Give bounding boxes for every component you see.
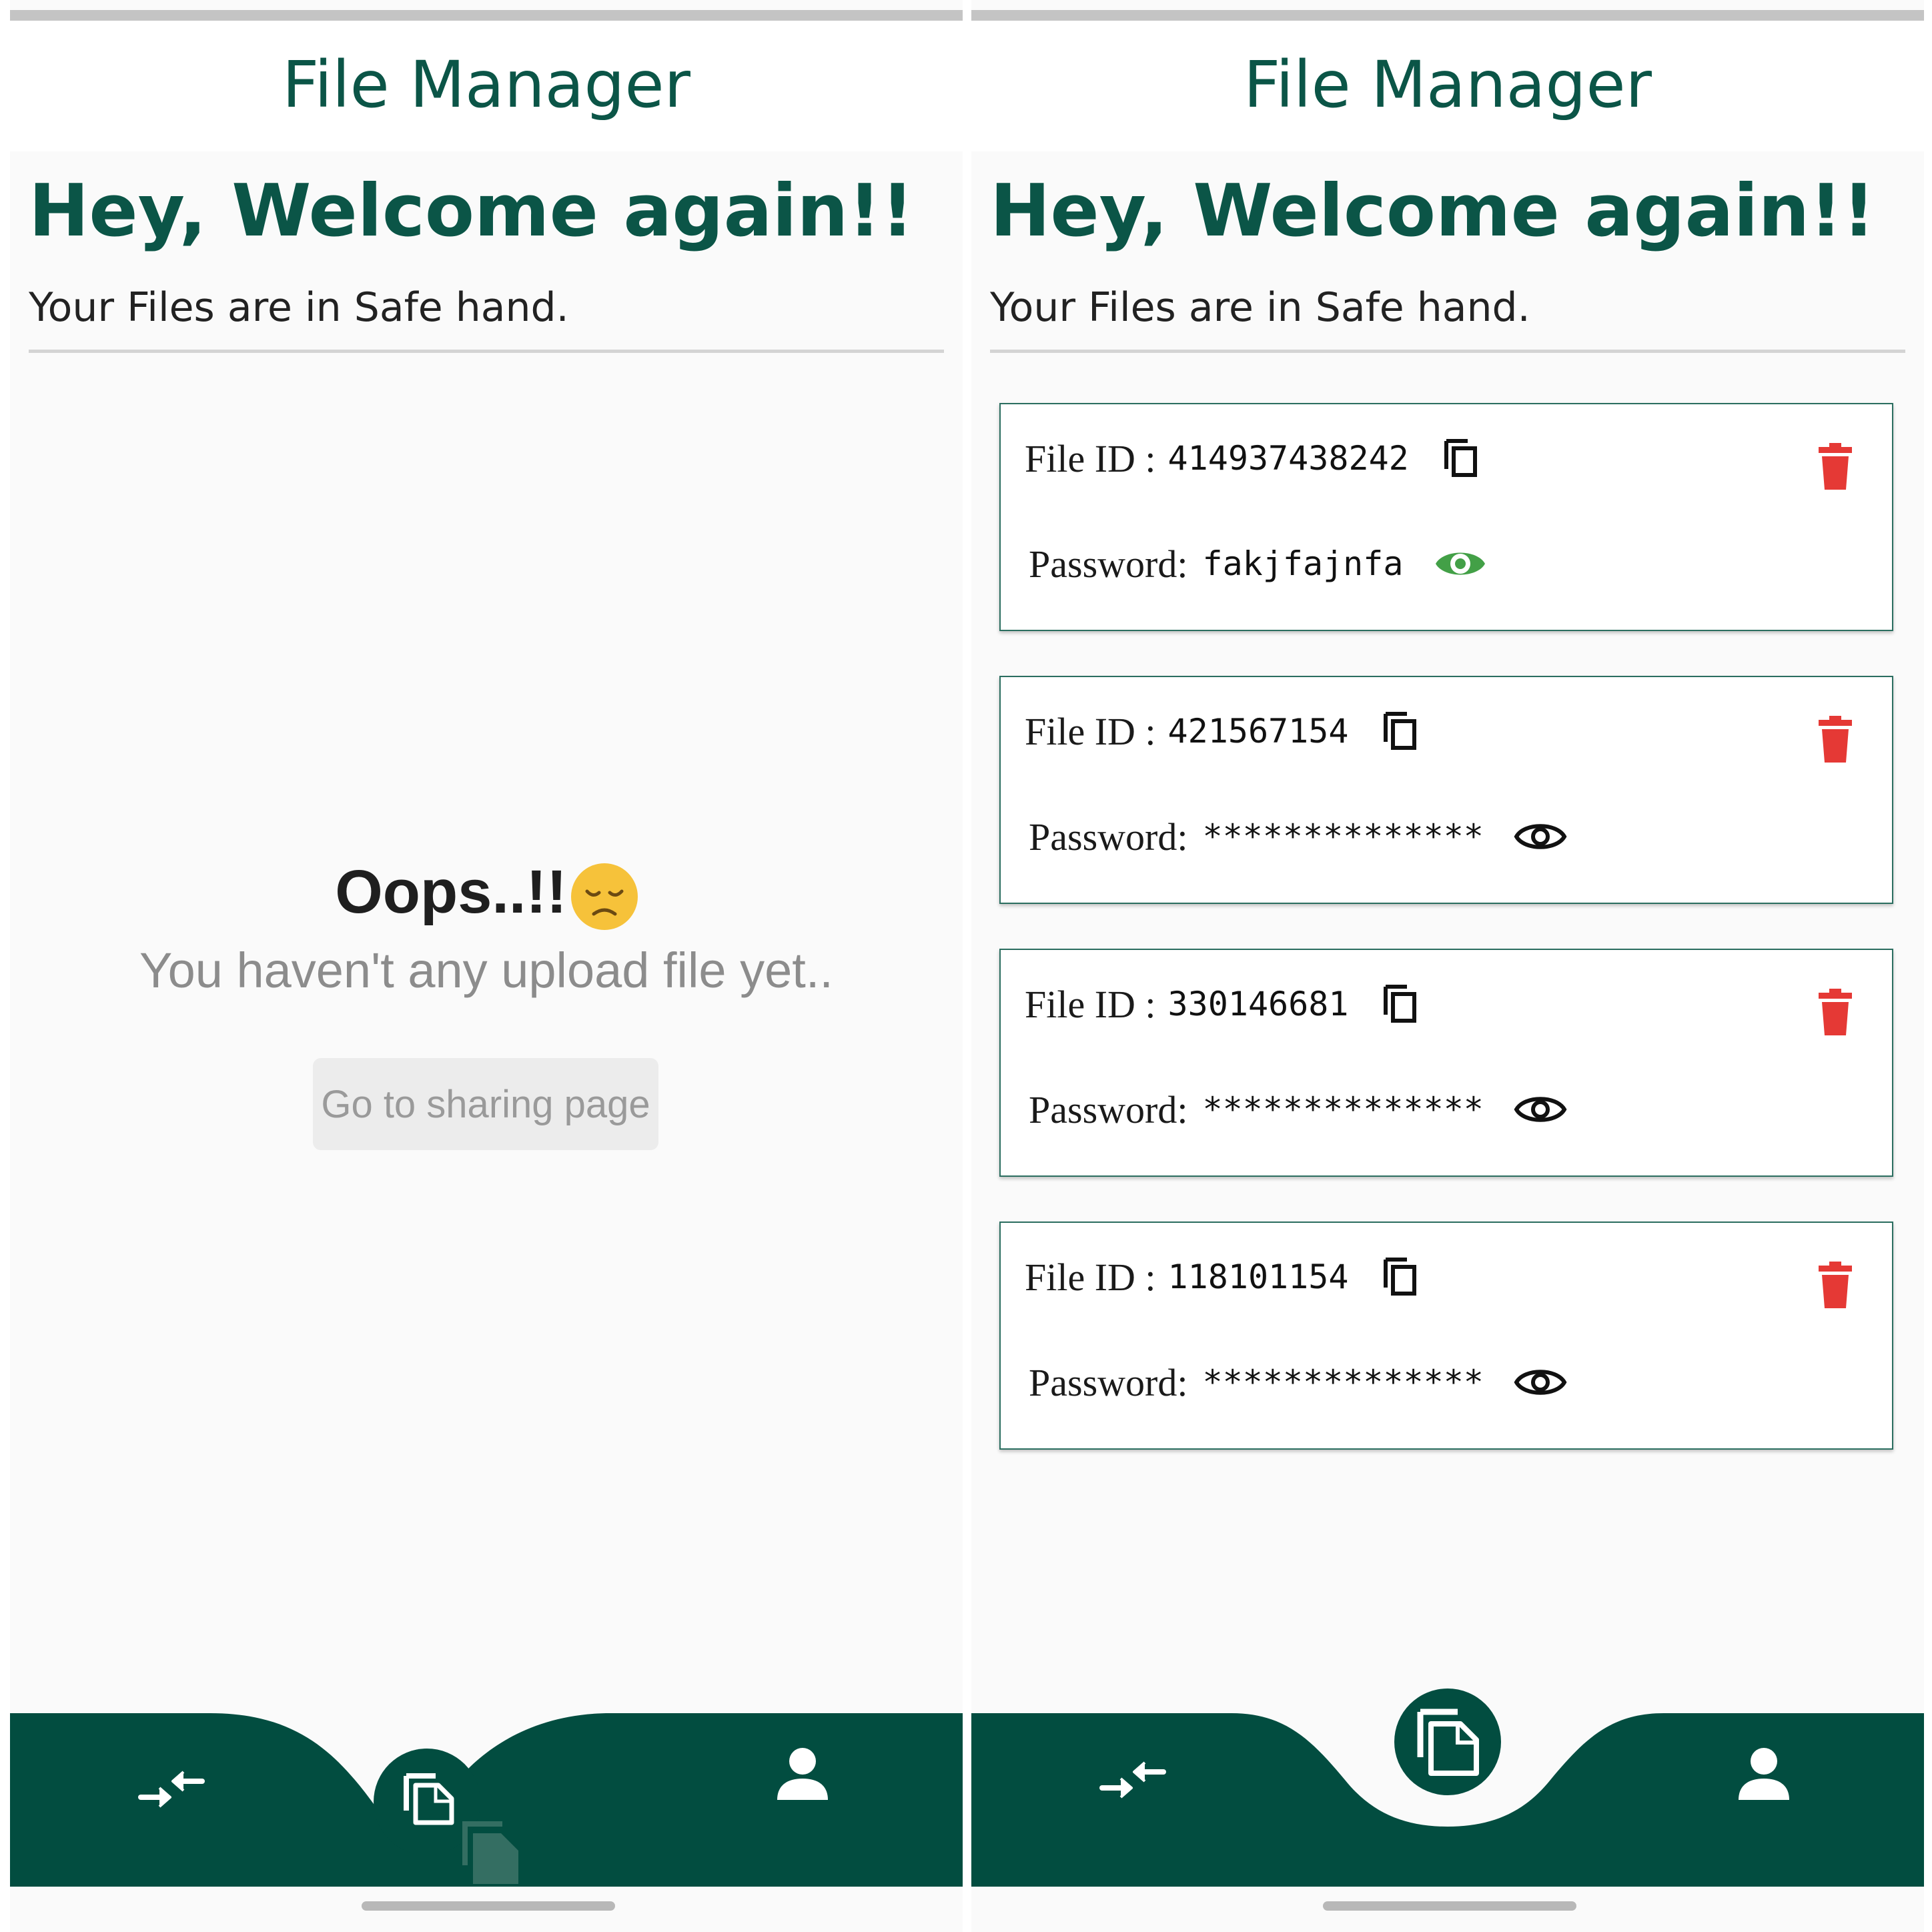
eye-icon[interactable] (1513, 1091, 1568, 1128)
welcome-heading: Hey, Welcome again!! (29, 169, 914, 253)
file-id-row: File ID : 330146681 (1025, 981, 1420, 1027)
file-id-row: File ID : 421567154 (1025, 708, 1420, 755)
password-value: ************** (1202, 817, 1484, 856)
password-row: Password: fakjfajnfa (1029, 540, 1488, 587)
go-to-sharing-page-button[interactable]: Go to sharing page (313, 1058, 658, 1150)
file-id-label: File ID : (1025, 1255, 1156, 1299)
password-label: Password: (1029, 1087, 1188, 1131)
password-value: ************** (1202, 1363, 1484, 1402)
app-title: File Manager (1244, 47, 1652, 122)
password-value: fakjfajnfa (1202, 544, 1404, 583)
status-bar (10, 10, 963, 21)
files-icon[interactable] (396, 1767, 460, 1831)
password-row: Password: ************** (1029, 813, 1568, 860)
copy-icon[interactable] (1382, 983, 1420, 1025)
empty-state-title: Oops..!! (10, 857, 963, 930)
password-value: ************** (1202, 1090, 1484, 1129)
empty-files-screen: File Manager Hey, Welcome again!! Your F… (10, 0, 963, 1932)
password-row: Password: ************** (1029, 1359, 1568, 1406)
welcome-subtitle: Your Files are in Safe hand. (29, 284, 569, 331)
password-label: Password: (1029, 815, 1188, 859)
file-id-row: File ID : 414937438242 (1025, 435, 1481, 482)
file-card: File ID : 421567154 Password: **********… (999, 676, 1893, 904)
home-gesture-bar[interactable] (1323, 1901, 1576, 1911)
eye-icon[interactable] (1513, 818, 1568, 855)
copy-icon[interactable] (1382, 710, 1420, 753)
password-label: Password: (1029, 1360, 1188, 1404)
empty-state-message: You haven't any upload file yet.. (139, 943, 833, 998)
file-card: File ID : 118101154 Password: **********… (999, 1222, 1893, 1450)
home-gesture-bar[interactable] (362, 1901, 615, 1911)
welcome-subtitle: Your Files are in Safe hand. (990, 284, 1530, 331)
password-label: Password: (1029, 542, 1188, 586)
file-id-label: File ID : (1025, 982, 1156, 1026)
file-id-label: File ID : (1025, 709, 1156, 753)
transfer-arrows-icon[interactable] (1098, 1752, 1167, 1805)
files-list-screen: File Manager Hey, Welcome again!! Your F… (971, 0, 1924, 1932)
file-id-value: 421567154 (1167, 712, 1349, 751)
eye-visible-icon[interactable] (1433, 545, 1488, 582)
file-card: File ID : 414937438242 Password: fakjfaj… (999, 403, 1893, 631)
file-id-value: 414937438242 (1167, 439, 1409, 478)
file-id-label: File ID : (1025, 436, 1156, 480)
password-row: Password: ************** (1029, 1086, 1568, 1133)
welcome-heading: Hey, Welcome again!! (990, 169, 1875, 253)
person-icon[interactable] (775, 1745, 831, 1801)
eye-icon[interactable] (1513, 1364, 1568, 1401)
files-ghost-icon (462, 1821, 518, 1884)
app-bar: File Manager (10, 21, 963, 151)
file-id-value: 330146681 (1167, 985, 1349, 1023)
status-bar (971, 10, 1924, 21)
header-divider (29, 350, 944, 353)
copy-icon[interactable] (1442, 437, 1481, 480)
file-id-value: 118101154 (1167, 1258, 1349, 1296)
empty-state-title-text: Oops..!! (335, 858, 567, 926)
file-card: File ID : 330146681 Password: **********… (999, 949, 1893, 1177)
file-id-row: File ID : 118101154 (1025, 1254, 1420, 1300)
disappointed-face-emoji-icon (570, 863, 638, 930)
transfer-arrows-icon[interactable] (137, 1761, 206, 1815)
delete-trash-icon[interactable] (1816, 1260, 1855, 1311)
app-title: File Manager (282, 47, 690, 122)
delete-trash-icon[interactable] (1816, 442, 1855, 492)
copy-icon[interactable] (1382, 1256, 1420, 1298)
person-icon[interactable] (1736, 1745, 1792, 1801)
header-divider (990, 350, 1905, 353)
delete-trash-icon[interactable] (1816, 987, 1855, 1038)
delete-trash-icon[interactable] (1816, 714, 1855, 765)
app-bar: File Manager (971, 21, 1924, 151)
files-nav-button[interactable] (1394, 1688, 1502, 1796)
